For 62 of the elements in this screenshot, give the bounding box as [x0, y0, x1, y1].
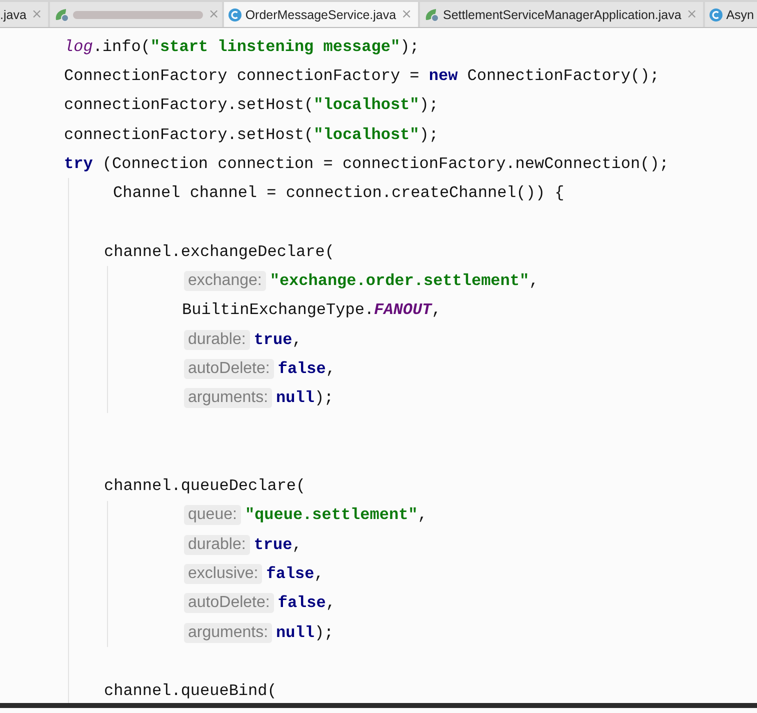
code-text: , [326, 360, 336, 378]
close-tab-button[interactable]: × [399, 7, 414, 22]
string-literal: "localhost" [314, 96, 420, 114]
code-text: ); [419, 96, 438, 114]
code-text: , [529, 272, 539, 290]
code-text: , [326, 594, 336, 612]
parameter-hint: durable: [184, 330, 250, 350]
leaf-gear-icon [424, 8, 440, 22]
class-icon [228, 8, 242, 22]
code-text: Channel channel = connection.createChannel()) { [113, 184, 564, 202]
code-text: channel.exchangeDeclare( [104, 242, 334, 261]
code-text: , [314, 564, 324, 583]
code-text: ConnectionFactory(); [466, 66, 660, 85]
close-tab-button[interactable]: × [206, 7, 222, 22]
code-text: .info( [92, 38, 150, 56]
code-text: , [432, 301, 442, 320]
code-text: , [292, 536, 302, 554]
code-text: , [418, 506, 428, 524]
code-text: ); [314, 389, 334, 408]
string-literal: "queue.settlement" [244, 506, 418, 524]
static-field: log [64, 38, 93, 56]
keyword: try [64, 154, 93, 173]
close-tab-button[interactable]: × [684, 7, 700, 22]
literal-value: false [278, 594, 326, 612]
code-text: , [292, 330, 302, 349]
literal-value: null [276, 389, 314, 408]
editor-tab[interactable]: Asyn [705, 2, 757, 27]
parameter-hint: autoDelete: [184, 358, 274, 379]
code-text: (Connection connection = connectionFactory.newConnection(); [101, 154, 669, 173]
code-text: connectionFactory.setHost( [64, 126, 314, 144]
editor-tab[interactable]: × [50, 2, 222, 27]
code-text: channel.queueDeclare( [104, 477, 306, 496]
parameter-hint: arguments: [184, 388, 272, 408]
parameter-hint: exchange: [184, 271, 266, 292]
parameter-hint: autoDelete: [184, 593, 274, 614]
literal-value: false [266, 564, 314, 583]
editor-tab[interactable]: OrderMessageService.java × [224, 2, 418, 27]
parameter-hint: exclusive: [184, 564, 262, 584]
literal-value: true [254, 330, 292, 349]
leaf-gear-icon [54, 8, 70, 22]
literal-value: false [278, 360, 326, 378]
literal-value: true [254, 536, 292, 554]
parameter-hint: queue: [184, 505, 241, 526]
editor-tab[interactable]: .java × [0, 2, 48, 27]
parameter-hint: durable: [184, 534, 250, 555]
code-text: ); [419, 126, 438, 144]
string-literal: "localhost" [314, 126, 420, 144]
code-text: ); [400, 38, 420, 56]
code-text: channel.queueBind( [104, 682, 277, 700]
code-text: connectionFactory.setHost( [64, 96, 314, 114]
string-literal: "start linstening message" [150, 38, 400, 56]
code-text: ConnectionFactory connectionFactory = [64, 66, 420, 85]
code-text: BuiltinExchangeType. [182, 301, 374, 320]
editor-tab[interactable]: SettlementServiceManagerApplication.java × [420, 2, 704, 27]
enum-constant: FANOUT [374, 301, 432, 320]
string-literal: "exchange.order.settlement" [270, 272, 530, 290]
class-icon [709, 8, 724, 22]
parameter-hint: arguments: [184, 622, 272, 643]
literal-value: null [276, 624, 314, 642]
close-tab-button[interactable]: × [29, 7, 44, 22]
code-text: ); [314, 624, 334, 642]
keyword: new [428, 66, 458, 85]
